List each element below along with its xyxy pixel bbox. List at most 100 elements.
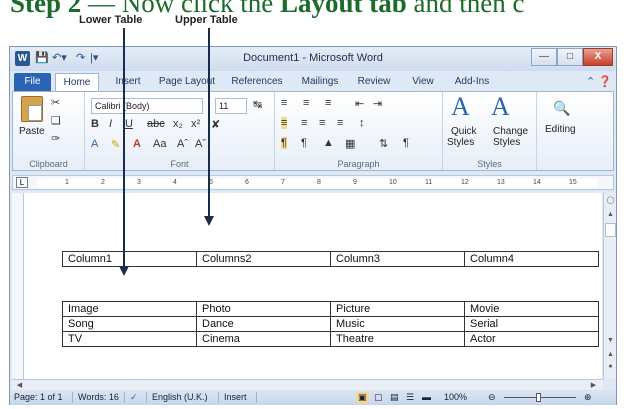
zoom-in-icon[interactable]: ⊕ [584,392,592,403]
outline-icon[interactable]: ☰ [406,392,414,403]
rtl-icon[interactable]: ¶ [301,137,307,149]
zoom-level[interactable]: 100% [444,392,467,402]
vertical-ruler[interactable] [12,193,24,379]
highlight-icon[interactable]: ✎ [111,138,120,151]
language[interactable]: English (U.K.) [152,392,208,402]
table-cell[interactable]: Theatre [330,331,465,347]
text-effects-icon[interactable]: A [91,138,98,150]
table-cell[interactable]: Column1 [62,251,197,267]
italic-icon[interactable]: I [109,118,112,130]
underline-icon[interactable]: U [125,118,133,130]
align-center-icon[interactable]: ≡ [301,117,307,129]
multilevel-list-icon[interactable]: ≡ [325,97,331,109]
table-cell[interactable]: Picture [330,301,465,317]
tab-add-ins[interactable]: Add-Ins [447,73,497,91]
cut-icon[interactable]: ✂ [51,96,60,109]
lower-table[interactable]: Image Photo Picture Movie Song Dance Mus… [62,301,599,347]
show-paragraph-marks-icon[interactable]: ¶ [403,137,409,149]
tab-references[interactable]: References [226,73,288,91]
strikethrough-icon[interactable]: abc [147,118,165,130]
table-cell[interactable]: Actor [464,331,599,347]
full-screen-reading-icon[interactable]: ▢ [374,392,383,403]
table-cell[interactable]: Movie [464,301,599,317]
subscript-icon[interactable]: x₂ [173,118,183,130]
tab-review[interactable]: Review [352,73,396,91]
line-spacing-icon[interactable]: ↕ [359,117,365,129]
bold-icon[interactable]: B [91,118,99,130]
paste-button[interactable]: Paste [19,126,45,137]
table-cell[interactable]: Column4 [464,251,599,267]
decrease-indent-icon[interactable]: ⇤ [355,97,364,110]
help-icon[interactable]: ⌃ ❓ [586,75,612,88]
find-icon[interactable]: 🔍 [553,100,570,117]
document-page[interactable]: Column1 Columns2 Column3 Column4 Image P… [24,193,602,379]
change-styles-icon[interactable]: A [491,92,510,122]
change-styles-label[interactable]: Change [493,126,528,137]
ltr-icon[interactable]: ¶ [281,137,287,149]
table-cell[interactable]: TV [62,331,197,347]
format-painter-icon[interactable]: ✑ [51,132,60,145]
insert-mode[interactable]: Insert [224,392,247,402]
scroll-down-icon[interactable]: ▼ [605,335,616,346]
justify-icon[interactable]: ≡ [337,117,343,129]
tab-home[interactable]: Home [55,73,99,91]
grow-font-icon[interactable]: ↹ [253,98,262,111]
maximize-button[interactable]: □ [557,48,583,66]
tab-view[interactable]: View [405,73,441,91]
quick-styles-icon[interactable]: A [451,92,470,122]
numbering-icon[interactable]: ≡ [303,97,309,109]
clear-formatting-icon[interactable]: ✘ [211,118,220,131]
web-layout-icon[interactable]: ▤ [390,392,399,403]
table-cell[interactable]: Music [330,316,465,332]
superscript-icon[interactable]: x² [191,118,200,130]
table-cell[interactable]: Cinema [196,331,331,347]
minimize-button[interactable]: — [531,48,557,66]
scroll-thumb[interactable] [605,223,616,237]
table-cell[interactable]: Column3 [330,251,465,267]
paste-icon[interactable] [21,96,43,122]
tab-mailings[interactable]: Mailings [294,73,346,91]
grow-font-button-icon[interactable]: Aˆ [177,138,188,150]
page-count[interactable]: Page: 1 of 1 [14,392,63,402]
font-size-field[interactable]: 11 [215,98,247,114]
align-left-icon[interactable]: ≡ [281,117,288,129]
change-styles-label-2[interactable]: Styles [493,137,520,148]
align-right-icon[interactable]: ≡ [319,117,325,129]
quick-styles-label-2[interactable]: Styles [447,137,474,148]
table-cell[interactable]: Dance [196,316,331,332]
tab-file[interactable]: File [14,73,51,91]
increase-indent-icon[interactable]: ⇥ [373,97,382,110]
bullets-icon[interactable]: ≡ [281,97,287,109]
table-cell[interactable]: Song [62,316,197,332]
change-case-icon[interactable]: Aa [153,138,166,150]
quick-styles-label[interactable]: Quick [451,126,477,137]
print-layout-icon[interactable]: ▣ [356,392,369,403]
shrink-font-icon[interactable]: Aˇ [195,138,206,150]
zoom-out-icon[interactable]: ⊖ [488,392,496,403]
table-cell[interactable]: Image [62,301,197,317]
word-count[interactable]: Words: 16 [78,392,119,402]
zoom-slider-thumb[interactable] [536,393,541,402]
spell-check-icon[interactable]: ✓ [130,392,138,403]
tab-selector-icon[interactable]: L [16,177,28,188]
table-cell[interactable]: Columns2 [196,251,331,267]
close-button[interactable]: X [583,48,613,66]
upper-table[interactable]: Column1 Columns2 Column3 Column4 [62,251,599,267]
borders-icon[interactable]: ▦ [345,137,355,150]
table-cell[interactable]: Photo [196,301,331,317]
draft-icon[interactable]: ▬ [422,392,431,402]
tab-insert[interactable]: Insert [106,73,150,91]
font-color-icon[interactable]: A [133,138,141,150]
editing-button[interactable]: Editing [545,124,576,135]
horizontal-ruler[interactable]: L 1 2 3 4 5 6 7 8 9 10 11 12 13 14 15 [12,175,614,190]
copy-icon[interactable]: ❏ [51,114,61,127]
font-name-field[interactable]: Calibri (Body) [91,98,203,114]
vertical-scrollbar[interactable]: ◯ ▲ ▼ ▲ ● [603,193,616,379]
scroll-up-icon[interactable]: ▲ [605,209,616,220]
sort-icon[interactable]: ⇅ [379,137,388,150]
previous-page-icon[interactable]: ▲ [605,349,616,360]
shading-icon[interactable]: ▲ [323,137,334,149]
view-ruler-icon[interactable]: ◯ [605,195,616,206]
table-cell[interactable]: Serial [464,316,599,332]
browse-object-icon[interactable]: ● [605,361,616,372]
